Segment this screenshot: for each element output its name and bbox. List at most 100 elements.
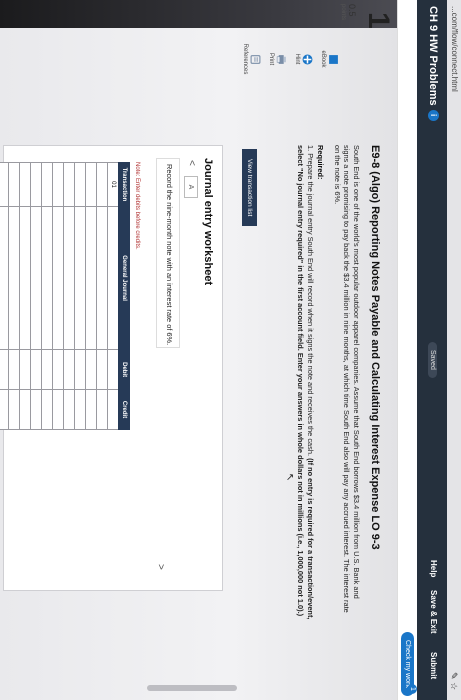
required-label: Required: [316,145,325,180]
debit-field[interactable] [85,349,97,390]
save-exit-button[interactable]: Save & Exit [429,590,438,634]
account-field[interactable] [107,206,119,350]
mouse-cursor-icon: ↖ [284,473,295,482]
account-field[interactable] [85,206,97,350]
scrollbar[interactable] [147,685,237,691]
credit-field[interactable] [30,389,42,430]
debit-field[interactable] [74,349,86,390]
account-field[interactable] [19,206,31,350]
debit-field[interactable] [96,349,108,390]
table-row [85,162,97,430]
ebook-tool[interactable]: eBook [320,40,339,78]
table-row [8,162,20,430]
debit-field[interactable] [30,349,42,390]
question-sidebar: 1 0.5 points eBook Hint Print References [0,0,397,125]
transaction-cell [0,162,9,207]
hint-icon [302,54,313,64]
view-transaction-list-button[interactable]: View transaction list [242,149,257,227]
credit-field[interactable] [8,389,20,430]
problem-description: South End is one of the world's most pop… [333,145,361,613]
credit-field[interactable] [0,389,9,430]
debit-field[interactable] [19,349,31,390]
prev-entry-chevron-icon[interactable]: < [186,160,197,166]
transaction-cell [52,162,64,207]
transaction-cell [8,162,20,207]
debit-field[interactable] [52,349,64,390]
print-icon [276,54,286,64]
print-tool[interactable]: Print [268,40,287,78]
problem-content: E9-8 (Algo) Reporting Notes Payable and … [0,125,397,700]
next-entry-chevron-icon[interactable]: > [155,564,166,570]
table-row [30,162,42,430]
journal-header-row: Transaction General Journal Debit Credit [118,162,130,430]
account-field[interactable] [74,206,86,350]
transaction-cell [41,162,53,207]
submit-button[interactable]: Submit [429,652,438,679]
worksheet-instruction: Record the nine-month note with an inter… [165,164,174,346]
table-row [0,162,9,430]
ebook-icon [329,54,338,64]
debit-field[interactable] [41,349,53,390]
photo: ...com/flow/connect.html CH 9 HW Problem… [0,0,461,700]
credit-field[interactable] [63,389,75,430]
account-field[interactable] [63,206,75,350]
credit-field[interactable] [107,389,119,430]
assignment-title: CH 9 HW Problemsi [427,6,439,121]
account-field[interactable] [30,206,42,350]
table-row [74,162,86,430]
journal-entry-worksheet: Journal entry worksheet < A > Record the… [0,145,223,591]
assignment-header: CH 9 HW Problemsi Saved Help Save & Exit… [417,0,447,700]
credit-field[interactable] [85,389,97,430]
account-field[interactable] [52,206,64,350]
debit-field[interactable] [63,349,75,390]
address-bar[interactable]: ...com/flow/connect.html [447,0,461,700]
references-tool[interactable]: References [242,40,261,78]
references-icon [250,54,261,64]
table-row [63,162,75,430]
credit-field[interactable] [96,389,108,430]
account-field[interactable] [8,206,20,350]
col-credit: Credit [118,389,130,430]
table-row [19,162,31,430]
account-field[interactable] [96,206,108,350]
table-row [52,162,64,430]
info-icon[interactable]: i [428,109,439,121]
points-label: points [340,4,346,21]
extension-icon[interactable]: ✎ [449,672,459,680]
bookmark-star-icon[interactable]: ☆ [449,682,459,690]
table-row: 01 [107,162,119,430]
table-row [96,162,108,430]
transaction-cell [96,162,108,207]
debit-field[interactable] [8,349,20,390]
check-count-badge: 1 [407,684,417,694]
credit-field[interactable] [52,389,64,430]
entry-tab-a[interactable]: A [184,176,198,198]
debit-field[interactable] [0,349,9,390]
debits-note: Note: Enter debits before credits. [134,162,140,250]
account-field[interactable] [0,206,9,350]
points-value: 0.5 [347,4,357,17]
problem-heading: E9-8 (Algo) Reporting Notes Payable and … [369,145,381,550]
hint-tool[interactable]: Hint [294,40,313,78]
col-transaction: Transaction [118,162,130,207]
worksheet-title: Journal entry worksheet [202,158,214,286]
help-button[interactable]: Help [429,560,438,577]
col-general-journal: General Journal [118,206,130,350]
transaction-cell: 01 [107,162,119,207]
table-row [41,162,53,430]
credit-field[interactable] [41,389,53,430]
worksheet-nav: < A > [155,154,200,574]
transaction-cell [19,162,31,207]
browser-window: ...com/flow/connect.html CH 9 HW Problem… [0,0,461,700]
transaction-cell [74,162,86,207]
account-field[interactable] [41,206,53,350]
requirement-text: 1. Prepare the journal entry South End w… [296,145,316,620]
credit-field[interactable] [74,389,86,430]
saved-indicator: Saved [428,342,437,378]
transaction-cell [85,162,97,207]
journal-table: Transaction General Journal Debit Credit… [0,162,130,430]
credit-field[interactable] [19,389,31,430]
transaction-cell [63,162,75,207]
col-debit: Debit [118,349,130,390]
debit-field[interactable] [107,349,119,390]
